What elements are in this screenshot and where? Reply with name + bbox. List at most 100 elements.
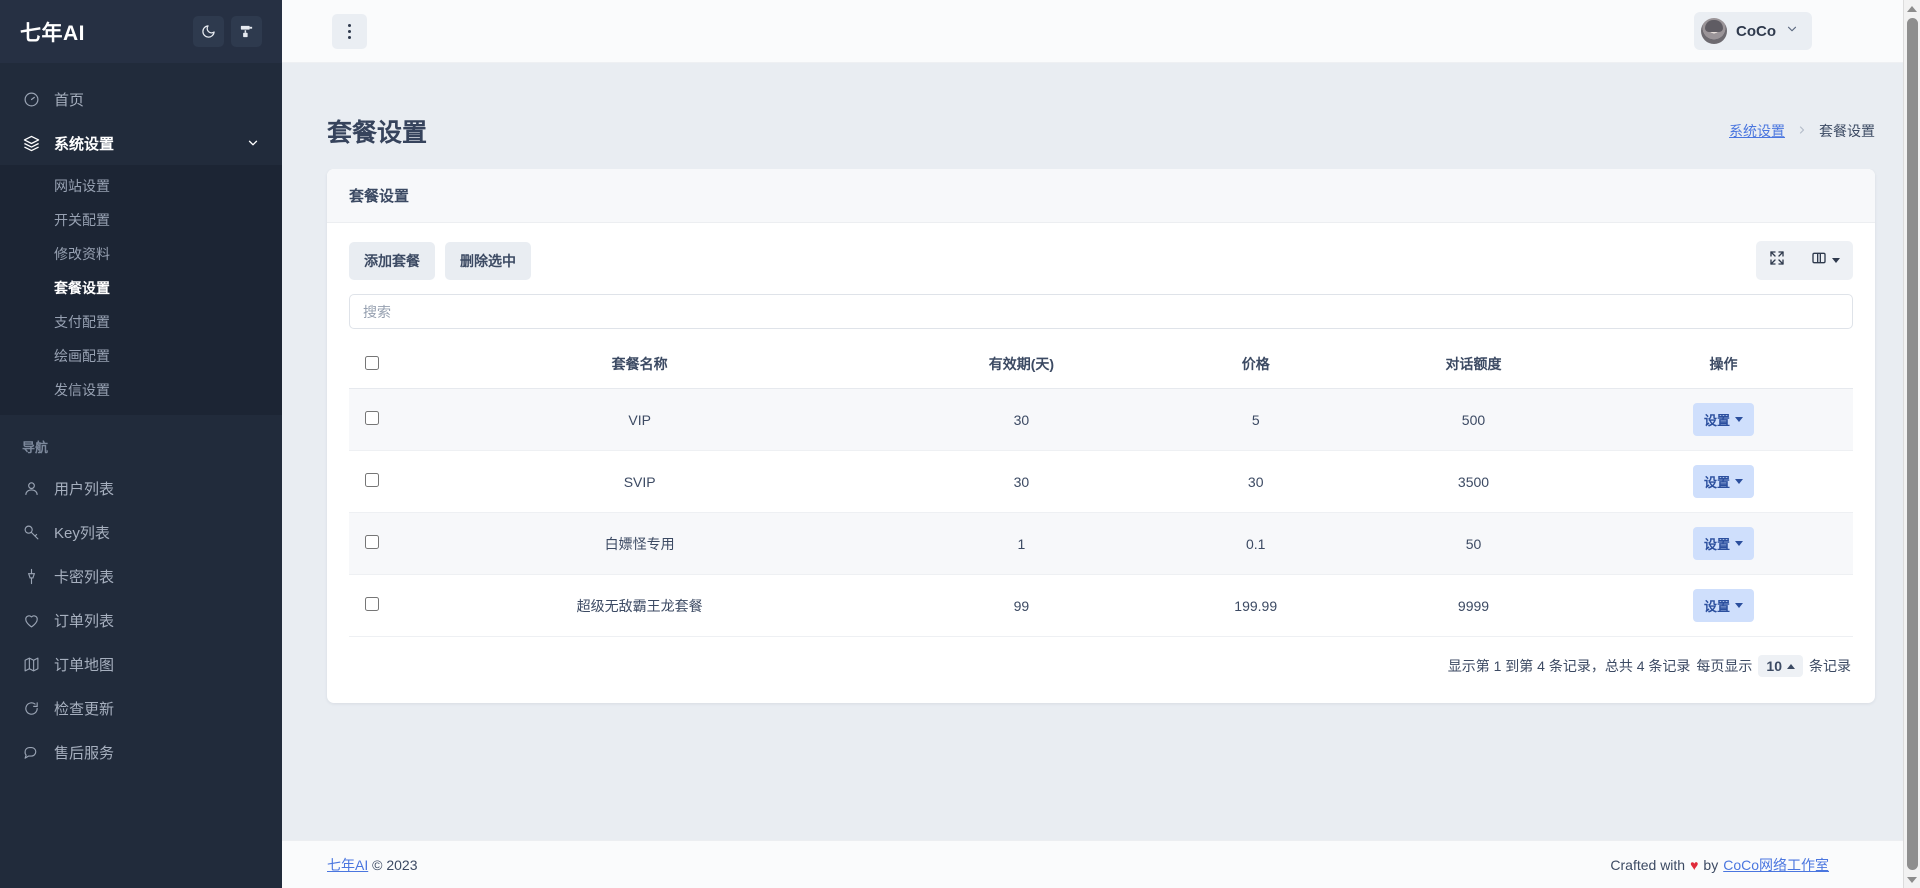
row-settings-button[interactable]: 设置 [1693,403,1754,436]
table-row: 超级无敌霸王龙套餐 99 199.99 9999 设置 [349,575,1853,637]
row-select-cell [349,451,395,513]
footer-credit: Crafted with ♥ by CoCo网络工作室 [1610,855,1829,875]
pagination-bar: 显示第 1 到第 4 条记录，总共 4 条记录 每页显示 10 条记录 [349,637,1853,681]
sidebar-item-label: 用户列表 [54,478,114,499]
card-title: 套餐设置 [327,169,1875,223]
page-header: 套餐设置 系统设置 套餐设置 [282,63,1920,169]
packages-table: 套餐名称 有效期(天) 价格 对话额度 操作 VIP 30 [349,343,1853,637]
sidebar-subitem-package-settings[interactable]: 套餐设置 [0,271,282,305]
user-name: CoCo [1736,23,1776,40]
cell-quota: 500 [1353,389,1594,451]
crafted-by: by [1703,857,1718,873]
row-checkbox[interactable] [365,535,379,549]
select-all-header [349,343,395,389]
sidebar-subitem-site-settings[interactable]: 网站设置 [0,169,282,203]
cell-actions: 设置 [1594,389,1853,451]
cell-days: 30 [884,389,1158,451]
row-checkbox[interactable] [365,597,379,611]
sidebar-item-card-list[interactable]: 卡密列表 [0,554,282,598]
column-header-price[interactable]: 价格 [1159,343,1353,389]
row-settings-button[interactable]: 设置 [1693,527,1754,560]
user-menu[interactable]: CoCo [1694,12,1812,50]
per-page-suffix: 条记录 [1809,656,1851,676]
app-root: 七年AI 首页 [0,0,1920,888]
sidebar-subitem-payment-config[interactable]: 支付配置 [0,305,282,339]
table-row: VIP 30 5 500 设置 [349,389,1853,451]
caret-down-icon [1832,258,1840,263]
row-select-cell [349,575,395,637]
sidebar-item-label: 系统设置 [54,133,114,154]
main-area: CoCo 套餐设置 系统设置 套餐设置 套餐设置 添加套餐 [282,0,1920,888]
sidebar-subitem-edit-profile[interactable]: 修改资料 [0,237,282,271]
footer-brand-link[interactable]: 七年AI [327,857,368,873]
per-page-select[interactable]: 10 [1758,655,1803,677]
moon-icon [201,24,216,39]
select-all-checkbox[interactable] [365,356,379,370]
kebab-menu-icon[interactable] [332,14,367,49]
sidebar-subitem-drawing-config[interactable]: 绘画配置 [0,339,282,373]
caret-down-icon [1735,541,1743,546]
row-settings-label: 设置 [1704,410,1730,429]
row-checkbox[interactable] [365,473,379,487]
key-icon [22,524,41,541]
cell-name: 白嫖怪专用 [395,513,884,575]
card-body: 添加套餐 删除选中 [327,223,1875,703]
scrollbar-thumb[interactable] [1907,18,1918,870]
sidebar-item-system-settings[interactable]: 系统设置 [0,121,282,165]
fullscreen-icon [1769,250,1785,271]
sidebar-subitem-mail-settings[interactable]: 发信设置 [0,373,282,407]
sidebar-item-label: 检查更新 [54,698,114,719]
breadcrumb-parent[interactable]: 系统设置 [1729,121,1785,141]
sidebar-item-order-list[interactable]: 订单列表 [0,598,282,642]
cell-actions: 设置 [1594,513,1853,575]
sidebar-subitem-switch-config[interactable]: 开关配置 [0,203,282,237]
cell-price: 199.99 [1159,575,1353,637]
footer-author-link[interactable]: CoCo网络工作室 [1723,855,1829,875]
cell-actions: 设置 [1594,575,1853,637]
sidebar-submenu-system-settings: 网站设置 开关配置 修改资料 套餐设置 支付配置 绘画配置 发信设置 [0,165,282,415]
sidebar-item-user-list[interactable]: 用户列表 [0,466,282,510]
vertical-scrollbar[interactable] [1903,0,1920,888]
delete-selected-button[interactable]: 删除选中 [445,242,531,280]
sidebar-item-after-sales[interactable]: 售后服务 [0,730,282,774]
column-header-quota[interactable]: 对话额度 [1353,343,1594,389]
row-settings-label: 设置 [1704,534,1730,553]
columns-button[interactable] [1798,241,1853,280]
paint-roller-icon [239,24,254,39]
map-icon [22,656,41,673]
sidebar-item-home[interactable]: 首页 [0,77,282,121]
cell-price: 5 [1159,389,1353,451]
row-settings-button[interactable]: 设置 [1693,589,1754,622]
scroll-down-arrow-icon[interactable] [1904,871,1920,888]
heart-icon [22,612,41,629]
cell-name: 超级无敌霸王龙套餐 [395,575,884,637]
cell-quota: 3500 [1353,451,1594,513]
theme-toggle[interactable] [231,16,262,47]
scroll-up-arrow-icon[interactable] [1904,0,1920,17]
sidebar-item-label: 售后服务 [54,742,114,763]
table-head: 套餐名称 有效期(天) 价格 对话额度 操作 [349,343,1853,389]
gauge-icon [22,91,41,108]
table-row: 白嫖怪专用 1 0.1 50 设置 [349,513,1853,575]
row-settings-button[interactable]: 设置 [1693,465,1754,498]
sidebar-item-order-map[interactable]: 订单地图 [0,642,282,686]
search-input[interactable] [349,294,1853,329]
add-package-button[interactable]: 添加套餐 [349,242,435,280]
caret-down-icon [1735,479,1743,484]
table-header-row: 套餐名称 有效期(天) 价格 对话额度 操作 [349,343,1853,389]
row-checkbox[interactable] [365,411,379,425]
heart-icon: ♥ [1690,857,1698,873]
column-header-name[interactable]: 套餐名称 [395,343,884,389]
sidebar-item-check-update[interactable]: 检查更新 [0,686,282,730]
fullscreen-button[interactable] [1756,241,1798,280]
sidebar-item-label: 卡密列表 [54,566,114,587]
per-page-value: 10 [1766,658,1782,674]
avatar [1701,18,1727,44]
dark-mode-toggle[interactable] [193,16,224,47]
brand-logo: 七年AI [20,17,186,47]
sidebar-section-title-nav: 导航 [0,415,282,466]
crafted-prefix: Crafted with [1610,857,1685,873]
layers-icon [22,135,41,152]
sidebar-item-key-list[interactable]: Key列表 [0,510,282,554]
column-header-days[interactable]: 有效期(天) [884,343,1158,389]
